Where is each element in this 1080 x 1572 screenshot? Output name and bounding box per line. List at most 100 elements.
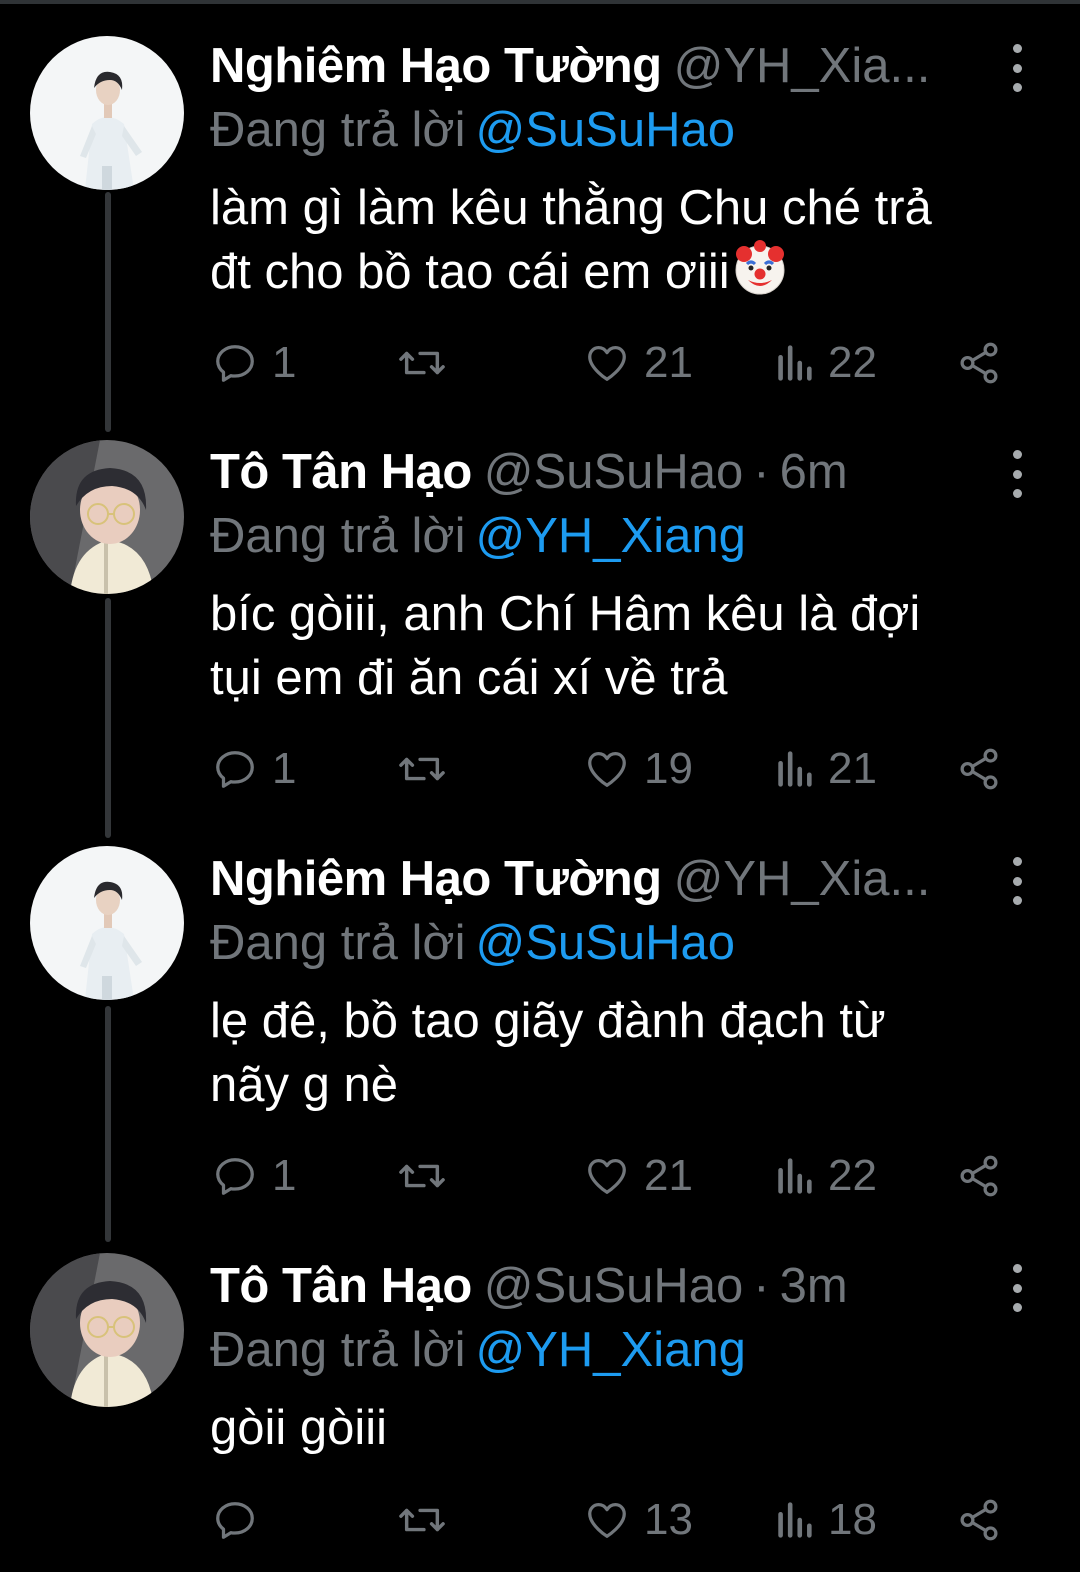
tweet-header: Tô Tân Hạo @SuSuHao · 6m xyxy=(210,442,980,502)
more-options-icon[interactable] xyxy=(1002,448,1032,500)
thread-line xyxy=(105,598,111,838)
view-count: 18 xyxy=(828,1495,877,1544)
reply-count: 1 xyxy=(272,338,297,387)
tweet-text-line: bíc gòiii, anh Chí Hâm kêu là đợi xyxy=(210,587,921,641)
display-name[interactable]: Tô Tân Hạo xyxy=(210,1259,472,1313)
share-icon xyxy=(960,1499,998,1541)
share-button[interactable] xyxy=(956,1146,1002,1206)
reply-icon xyxy=(216,1502,254,1539)
reply-button[interactable]: 1 xyxy=(212,739,296,799)
views-button[interactable]: 22 xyxy=(774,333,877,393)
replying-to-label: Đang trả lời xyxy=(210,916,466,970)
like-button[interactable]: 13 xyxy=(584,1490,693,1550)
replying-to: Đang trả lời @SuSuHao xyxy=(210,911,735,975)
clown-face-icon xyxy=(732,240,788,296)
tweet-text: bíc gòiii, anh Chí Hâm kêu là đợi tụi em… xyxy=(210,582,1030,710)
tweet-header: Nghiêm Hạo Tường @YH_Xia... xyxy=(210,36,980,96)
reply-button[interactable]: 1 xyxy=(212,333,296,393)
analytics-icon xyxy=(778,345,812,381)
views-button[interactable]: 21 xyxy=(774,739,877,799)
reply-button[interactable] xyxy=(212,1490,272,1550)
replying-to-label: Đang trả lời xyxy=(210,1323,466,1377)
thread-line xyxy=(105,192,111,432)
view-count: 22 xyxy=(828,1151,877,1200)
replying-to: Đang trả lời @SuSuHao xyxy=(210,98,735,162)
like-button[interactable]: 21 xyxy=(584,1146,693,1206)
display-name[interactable]: Nghiêm Hạo Tường xyxy=(210,39,662,93)
share-icon xyxy=(960,342,998,384)
heart-icon xyxy=(588,346,626,381)
replying-to-label: Đang trả lời xyxy=(210,509,466,563)
separator-dot: · xyxy=(753,445,770,499)
heart-icon xyxy=(588,1159,626,1194)
avatar[interactable] xyxy=(30,1253,184,1407)
reply-icon xyxy=(216,1158,254,1195)
user-handle[interactable]: @YH_Xia... xyxy=(674,39,931,93)
reply-count: 1 xyxy=(272,1151,297,1200)
retweet-button[interactable] xyxy=(396,333,462,393)
retweet-button[interactable] xyxy=(396,1490,462,1550)
replying-to-handle[interactable]: @YH_Xiang xyxy=(475,1323,745,1377)
replying-to-handle[interactable]: @YH_Xiang xyxy=(475,509,745,563)
display-name[interactable]: Nghiêm Hạo Tường xyxy=(210,852,662,906)
like-count: 21 xyxy=(644,1151,693,1200)
like-count: 19 xyxy=(644,744,693,793)
tweet-text-line: lẹ đê, bồ tao giãy đành đạch từ xyxy=(210,994,886,1048)
timestamp[interactable]: 3m xyxy=(780,1259,848,1313)
more-options-icon[interactable] xyxy=(1002,1262,1032,1314)
heart-icon xyxy=(588,1503,626,1538)
tweet-text: gòii gòiii xyxy=(210,1396,1030,1460)
reply-icon xyxy=(216,751,254,788)
views-button[interactable]: 22 xyxy=(774,1146,877,1206)
tweet-actions: 13 18 xyxy=(0,1490,1080,1550)
top-divider xyxy=(0,0,1080,4)
heart-icon xyxy=(588,752,626,787)
tweet-text-line: nãy g nè xyxy=(210,1058,398,1112)
retweet-icon xyxy=(399,351,445,375)
like-count: 21 xyxy=(644,338,693,387)
tweet-actions: 1 21 22 xyxy=(0,333,1080,393)
reply-icon xyxy=(216,345,254,382)
tweet-text-line: làm gì làm kêu thằng Chu ché trả xyxy=(210,181,932,235)
avatar[interactable] xyxy=(30,36,184,190)
avatar[interactable] xyxy=(30,846,184,1000)
retweet-button[interactable] xyxy=(396,739,462,799)
replying-to-label: Đang trả lời xyxy=(210,103,466,157)
like-button[interactable]: 19 xyxy=(584,739,693,799)
retweet-icon xyxy=(399,1508,445,1532)
reply-button[interactable]: 1 xyxy=(212,1146,296,1206)
replying-to-handle[interactable]: @SuSuHao xyxy=(475,103,735,157)
tweet-text-line: đt cho bồ tao cái em ơiii xyxy=(210,240,1030,304)
like-count: 13 xyxy=(644,1495,693,1544)
share-button[interactable] xyxy=(956,1490,1002,1550)
retweet-icon xyxy=(399,757,445,781)
tweet-text: làm gì làm kêu thằng Chu ché trả đt cho … xyxy=(210,176,1030,304)
retweet-icon xyxy=(399,1164,445,1188)
tweet-actions: 1 21 22 xyxy=(0,1146,1080,1206)
timestamp[interactable]: 6m xyxy=(780,445,848,499)
views-button[interactable]: 18 xyxy=(774,1490,877,1550)
like-button[interactable]: 21 xyxy=(584,333,693,393)
share-button[interactable] xyxy=(956,739,1002,799)
tweet-text-line: gòii gòiii xyxy=(210,1401,388,1455)
user-handle[interactable]: @SuSuHao xyxy=(484,445,744,499)
view-count: 22 xyxy=(828,338,877,387)
avatar[interactable] xyxy=(30,440,184,594)
separator-dot: · xyxy=(753,1259,770,1313)
more-options-icon[interactable] xyxy=(1002,42,1032,94)
tweet-actions: 1 19 21 xyxy=(0,739,1080,799)
replying-to: Đang trả lời @YH_Xiang xyxy=(210,1318,746,1382)
reply-count: 1 xyxy=(272,744,297,793)
share-button[interactable] xyxy=(956,333,1002,393)
replying-to-handle[interactable]: @SuSuHao xyxy=(475,916,735,970)
tweet-header: Nghiêm Hạo Tường @YH_Xia... xyxy=(210,849,980,909)
user-handle[interactable]: @SuSuHao xyxy=(484,1259,744,1313)
more-options-icon[interactable] xyxy=(1002,855,1032,907)
user-handle[interactable]: @YH_Xia... xyxy=(674,852,931,906)
replying-to: Đang trả lời @YH_Xiang xyxy=(210,504,746,568)
share-icon xyxy=(960,1155,998,1197)
tweet-header: Tô Tân Hạo @SuSuHao · 3m xyxy=(210,1256,980,1316)
retweet-button[interactable] xyxy=(396,1146,462,1206)
display-name[interactable]: Tô Tân Hạo xyxy=(210,445,472,499)
analytics-icon xyxy=(778,1502,812,1538)
